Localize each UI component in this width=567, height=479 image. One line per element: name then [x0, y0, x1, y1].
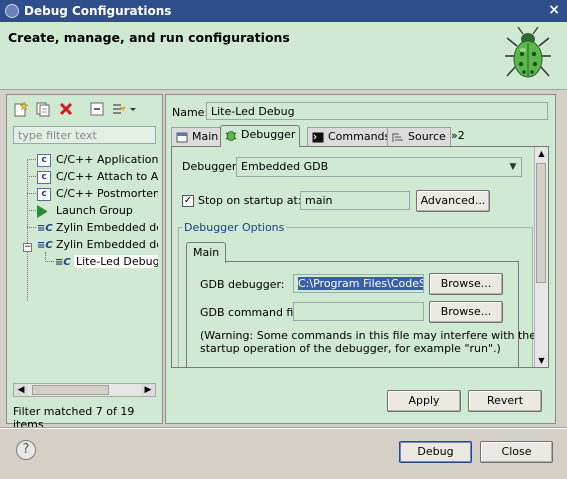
view-menu-chevron-down-icon[interactable] — [129, 101, 137, 117]
tree-item-zylin-cygwin[interactable]: ≡CZylin Embedded debug (Cygwin) — [37, 219, 158, 236]
gdb-command-file-label: GDB command file: — [200, 306, 307, 319]
collapse-all-icon[interactable] — [89, 101, 105, 117]
warning-text-line2: startup operation of the debugger, for e… — [200, 342, 501, 355]
advanced-button[interactable]: Advanced... — [416, 190, 490, 212]
tab-commands[interactable]: Commands — [307, 127, 396, 146]
c-icon: c — [37, 187, 51, 201]
close-icon[interactable]: × — [548, 2, 560, 18]
editor-tabs: Main Debugger Commands Source »2 — [171, 125, 552, 147]
debugger-options-title: Debugger Options — [182, 221, 287, 234]
tab-debugger[interactable]: Debugger — [220, 125, 301, 147]
stop-on-startup-label: Stop on startup at: — [198, 194, 302, 207]
horizontal-scrollbar[interactable]: ◀ ▶ — [13, 383, 156, 397]
tree-item-lite-led-debug[interactable]: ≡C Lite-Led Debug — [55, 253, 158, 270]
apply-button[interactable]: Apply — [387, 390, 461, 412]
c-icon: c — [37, 153, 51, 167]
gdb-debugger-field[interactable]: C:\Program Files\CodeSourcery — [293, 274, 424, 293]
zylin-icon: ≡C — [55, 256, 71, 268]
debug-configurations-window: Debug Configurations × Create, manage, a… — [0, 0, 567, 479]
tree-item-cpp-postmortem[interactable]: cC/C++ Postmortem Debugger — [37, 185, 158, 202]
tree-item-cpp-application[interactable]: c C/C++ Application — [37, 151, 158, 168]
duplicate-icon[interactable] — [35, 101, 51, 117]
banner-heading: Create, manage, and run configurations — [8, 30, 290, 45]
vertical-scroll-thumb[interactable] — [536, 163, 546, 283]
scroll-thumb[interactable] — [32, 385, 109, 395]
zylin-icon: ≡C — [37, 222, 53, 234]
gdb-command-file-field[interactable] — [293, 302, 424, 321]
configuration-list-panel: type filter text c C/C++ Application c C/C… — [6, 94, 163, 431]
title-bar: Debug Configurations × — [0, 0, 567, 22]
scroll-up-icon[interactable]: ▲ — [535, 147, 548, 160]
debugger-tab-icon — [225, 130, 237, 141]
new-configuration-icon[interactable] — [13, 101, 29, 117]
browse-gdb-debugger-button[interactable]: Browse... — [429, 273, 503, 295]
tree-collapse-toggle[interactable]: − — [23, 243, 32, 252]
left-toolbar — [7, 95, 162, 123]
options-tab-main[interactable]: Main — [186, 242, 227, 263]
debug-bug-icon — [505, 26, 551, 78]
debug-button[interactable]: Debug — [399, 441, 472, 463]
scroll-down-icon[interactable]: ▼ — [535, 354, 548, 367]
name-label: Name: — [172, 106, 209, 119]
scroll-left-icon[interactable]: ◀ — [14, 384, 28, 396]
tab-source[interactable]: Source — [387, 127, 451, 146]
tree-item-launch-group[interactable]: Launch Group — [37, 202, 133, 219]
footer-separator — [0, 427, 567, 429]
tab-main[interactable]: Main — [171, 127, 224, 146]
zylin-icon: ≡C — [37, 239, 53, 251]
debugger-tab-panel: Debugger: Embedded GDB ▼ ✓ Stop on start… — [171, 146, 549, 368]
tree-item-zylin-native[interactable]: ≡CZylin Embedded debug (Native) — [37, 236, 158, 253]
configuration-tree: cC/C++ Application cC/C++ Attach to Appl… — [7, 151, 158, 379]
source-tab-icon — [392, 132, 403, 142]
debugger-label: Debugger: — [182, 160, 240, 173]
tab-overflow[interactable]: »2 — [447, 127, 469, 145]
close-button[interactable]: Close — [480, 441, 553, 463]
configuration-editor-panel: Name: Lite-Led Debug Main Debugger Comma… — [165, 94, 556, 424]
vertical-scrollbar[interactable]: ▲ ▼ — [534, 147, 548, 367]
gdb-debugger-label: GDB debugger: — [200, 278, 285, 291]
warning-text-line1: (Warning: Some commands in this file may… — [200, 329, 537, 342]
browse-gdb-command-button[interactable]: Browse... — [429, 301, 503, 323]
eclipse-icon — [5, 4, 19, 18]
main-tab-icon — [176, 132, 188, 142]
help-icon[interactable]: ? — [16, 440, 36, 460]
stop-at-field[interactable]: main — [300, 191, 410, 210]
commands-tab-icon — [312, 132, 324, 142]
filter-icon[interactable] — [111, 101, 127, 117]
scroll-right-icon[interactable]: ▶ — [141, 384, 155, 396]
dialog-banner: Create, manage, and run configurations — [0, 22, 567, 90]
tree-item-cpp-attach[interactable]: cC/C++ Attach to Application — [37, 168, 158, 185]
debugger-select[interactable]: Embedded GDB ▼ — [236, 157, 522, 177]
c-icon: c — [37, 170, 51, 184]
chevron-down-icon[interactable]: ▼ — [506, 159, 520, 175]
name-field[interactable]: Lite-Led Debug — [206, 102, 548, 120]
stop-on-startup-checkbox[interactable]: ✓ — [182, 195, 194, 207]
launch-group-icon — [37, 204, 51, 218]
filter-input[interactable]: type filter text — [13, 126, 156, 144]
window-title: Debug Configurations — [24, 4, 172, 18]
revert-button[interactable]: Revert — [468, 390, 542, 412]
delete-icon[interactable] — [58, 101, 74, 117]
